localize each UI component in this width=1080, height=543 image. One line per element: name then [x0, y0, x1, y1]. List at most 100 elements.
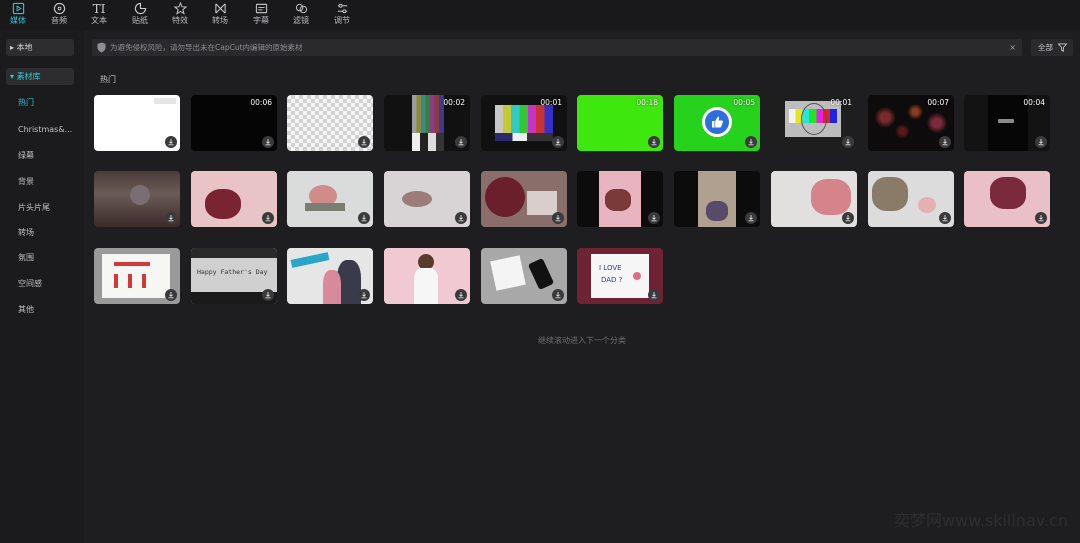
download-icon[interactable]: [358, 136, 370, 148]
sidebar-library-label: 素材库: [16, 72, 41, 81]
tab-effects[interactable]: 特效: [165, 1, 195, 29]
download-icon[interactable]: [842, 136, 854, 148]
filter-label: 全部: [1038, 43, 1053, 52]
media-thumbnail-flowers-grey[interactable]: [384, 171, 470, 227]
tab-filter-label: 滤镜: [293, 16, 309, 25]
download-icon[interactable]: [165, 136, 177, 148]
download-icon[interactable]: [455, 136, 467, 148]
close-icon[interactable]: ×: [1009, 39, 1016, 56]
download-icon[interactable]: [1035, 136, 1047, 148]
download-icon[interactable]: [1035, 212, 1047, 224]
media-thumbnail-greenscreen[interactable]: 00:18: [577, 95, 663, 151]
media-thumbnail-hand-vertical[interactable]: [674, 171, 760, 227]
download-icon[interactable]: [165, 212, 177, 224]
thumbnail-duration: 00:01: [540, 98, 562, 107]
download-icon[interactable]: [262, 136, 274, 148]
media-thumbnail-white[interactable]: [94, 95, 180, 151]
notice-text: 为避免侵权风险，请勿导出未在CapCut内编辑的原始素材: [110, 43, 303, 52]
download-icon[interactable]: [262, 212, 274, 224]
media-thumbnail-note-phone[interactable]: [481, 248, 567, 304]
sidebar-item-atmosphere[interactable]: 氛围: [18, 252, 78, 264]
sidebar-item-other[interactable]: 其他: [18, 304, 78, 316]
sidebar-item-hot[interactable]: 热门: [18, 97, 78, 109]
tab-adjust[interactable]: 调节: [327, 1, 357, 29]
download-icon[interactable]: [939, 212, 951, 224]
media-thumbnail-colorbars-2[interactable]: 00:01: [481, 95, 567, 151]
media-thumbnail-i-love-dad[interactable]: I LOVE DAD ?: [577, 248, 663, 304]
tab-sticker[interactable]: 贴纸: [125, 1, 155, 29]
thumbnail-duration: 00:04: [1023, 98, 1045, 107]
media-thumbnail-flowers-white[interactable]: [868, 171, 954, 227]
download-icon[interactable]: [745, 136, 757, 148]
tab-media[interactable]: 媒体: [3, 1, 33, 29]
media-thumbnail-rose-white[interactable]: [287, 171, 373, 227]
media-thumbnail-dark-scene[interactable]: 00:04: [964, 95, 1050, 151]
top-toolbar: 媒体 音频 TI 文本 贴纸 特效 转场 字幕 滤镜 调节: [0, 0, 1080, 30]
tab-audio[interactable]: 音频: [44, 1, 74, 29]
thumbnail-duration: 00:05: [733, 98, 755, 107]
media-thumbnail-typewriter[interactable]: Happy Father's Day: [191, 248, 277, 304]
download-icon[interactable]: [939, 136, 951, 148]
sidebar-library[interactable]: ▾ 素材库: [6, 68, 74, 85]
media-thumbnail-pink-vertical[interactable]: [577, 171, 663, 227]
download-icon[interactable]: [455, 289, 467, 301]
download-icon[interactable]: [552, 212, 564, 224]
sidebar: ▸ 本地 ▾ 素材库 热门 Christmas&... 绿幕 背景 片头片尾 转…: [0, 30, 84, 543]
tab-transition[interactable]: 转场: [205, 1, 235, 29]
tab-text-label: 文本: [91, 16, 107, 25]
media-thumbnail-pink-rose[interactable]: [191, 171, 277, 227]
tab-sticker-label: 贴纸: [132, 16, 148, 25]
tab-filter[interactable]: 滤镜: [286, 1, 316, 29]
sidebar-item-greenscreen[interactable]: 绿幕: [18, 150, 78, 162]
download-icon[interactable]: [455, 212, 467, 224]
thumbnail-duration: 00:18: [636, 98, 658, 107]
card-text-dad: DAD ?: [601, 276, 623, 284]
download-icon[interactable]: [165, 289, 177, 301]
subtitle-icon: [246, 2, 276, 16]
download-icon[interactable]: [648, 289, 660, 301]
download-icon[interactable]: [842, 212, 854, 224]
sidebar-item-intro-outro[interactable]: 片头片尾: [18, 202, 78, 214]
thumbs-up-icon: [712, 116, 723, 128]
media-icon: [3, 2, 33, 16]
media-thumbnail-dad-kid[interactable]: [287, 248, 373, 304]
media-thumbnail-roses-table[interactable]: [481, 171, 567, 227]
tab-text[interactable]: TI 文本: [84, 1, 114, 29]
download-icon[interactable]: [262, 289, 274, 301]
sidebar-item-transition[interactable]: 转场: [18, 227, 78, 239]
tab-subtitle[interactable]: 字幕: [246, 1, 276, 29]
media-thumbnail-colorbars[interactable]: 00:02: [384, 95, 470, 151]
audio-icon: [44, 2, 74, 16]
thumbnail-duration: 00:01: [830, 98, 852, 107]
filter-icon: [286, 2, 316, 16]
media-thumbnail-testcard[interactable]: 00:01: [771, 95, 857, 151]
media-thumbnail-boy-pink[interactable]: [384, 248, 470, 304]
download-icon[interactable]: [648, 212, 660, 224]
media-thumbnail-pink-cake[interactable]: [964, 171, 1050, 227]
media-thumbnail-like-button[interactable]: 00:05: [674, 95, 760, 151]
download-icon[interactable]: [552, 289, 564, 301]
download-icon[interactable]: [358, 212, 370, 224]
filter-dropdown[interactable]: 全部: [1031, 39, 1073, 56]
download-icon[interactable]: [552, 136, 564, 148]
download-icon[interactable]: [745, 212, 757, 224]
download-icon[interactable]: [648, 136, 660, 148]
thumbnail-duration: 00:02: [443, 98, 465, 107]
media-thumbnail-card-flowers[interactable]: [94, 248, 180, 304]
media-thumbnail-pink-white-wood[interactable]: [771, 171, 857, 227]
scroll-hint-text: 继续滚动进入下一个分类: [538, 336, 626, 345]
sidebar-item-space[interactable]: 空间感: [18, 278, 78, 290]
download-icon[interactable]: [358, 289, 370, 301]
sidebar-item-background[interactable]: 背景: [18, 176, 78, 188]
sidebar-local-label: 本地: [16, 43, 33, 52]
tab-media-label: 媒体: [10, 16, 26, 25]
sidebar-item-christmas[interactable]: Christmas&...: [18, 124, 78, 136]
material-library-panel: 为避免侵权风险，请勿导出未在CapCut内编辑的原始素材 × 全部 热门 00:…: [84, 30, 1080, 543]
sidebar-local[interactable]: ▸ 本地: [6, 39, 74, 56]
media-thumbnail-flowers-dark[interactable]: [94, 171, 180, 227]
media-thumbnail-fireworks[interactable]: 00:07: [868, 95, 954, 151]
media-thumbnail-black[interactable]: 00:06: [191, 95, 277, 151]
media-thumbnail-transparent[interactable]: [287, 95, 373, 151]
tab-subtitle-label: 字幕: [253, 16, 269, 25]
sticker-icon: [125, 2, 155, 16]
